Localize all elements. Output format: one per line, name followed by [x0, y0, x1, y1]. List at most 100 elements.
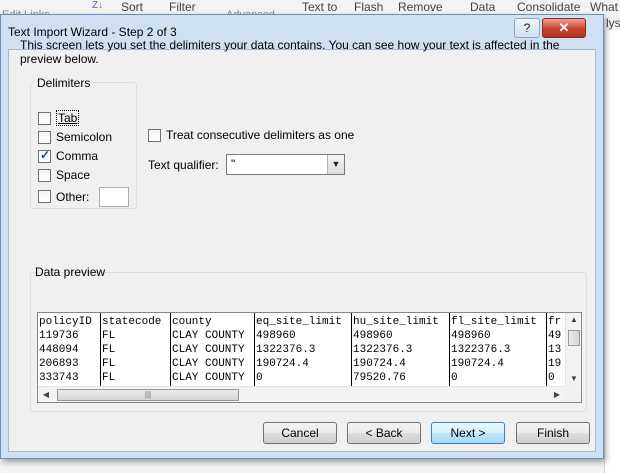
preview-cell: 190724.4: [353, 358, 406, 370]
preview-cell: 1322376.3: [353, 344, 413, 356]
scroll-right-icon[interactable]: ▶: [549, 387, 565, 402]
preview-cell: 448094: [39, 344, 79, 356]
preview-cell: 0: [451, 372, 458, 384]
chevron-down-icon[interactable]: ▼: [327, 155, 344, 174]
ribbon-what[interactable]: What: [590, 0, 618, 14]
consecutive-checkbox-row[interactable]: Treat consecutive delimiters as one: [148, 126, 354, 144]
data-preview-label: Data preview: [35, 265, 106, 279]
sort-az-icon: Z↓: [92, 0, 104, 11]
scroll-up-icon[interactable]: ▲: [566, 313, 581, 327]
ribbon-flash[interactable]: Flash: [354, 0, 383, 14]
preview-data-row: 448094 FL CLAY COUNTY 1322376.3 1322376.3 132…: [38, 343, 565, 357]
tab-checkbox[interactable]: [38, 111, 51, 125]
text-qualifier-label: Text qualifier:: [148, 158, 219, 172]
preview-cell: 1322376.3: [451, 344, 511, 356]
preview-data-row: 206893 FL CLAY COUNTY 190724.4 190724.4 19072…: [38, 357, 565, 371]
preview-header-cell: statecode: [102, 316, 162, 328]
preview-header-cell: fl_site_limit: [451, 316, 537, 328]
data-preview-box[interactable]: policyID statecode county eq_site_limit hu_s…: [37, 312, 582, 403]
finish-button[interactable]: Finish: [516, 422, 590, 444]
scrollbar-corner: [565, 386, 581, 402]
dialog-title: Text Import Wizard - Step 2 of 3: [8, 25, 177, 39]
preview-cell: CLAY COUNTY: [172, 358, 245, 370]
column-break-line[interactable]: [351, 313, 352, 386]
other-label: Other:: [56, 189, 90, 204]
column-break-line[interactable]: [100, 313, 101, 386]
scroll-left-icon[interactable]: ◀: [38, 387, 54, 402]
ribbon-data[interactable]: Data: [470, 0, 495, 14]
preview-cell: FL: [102, 344, 116, 356]
preview-cell: 190724.4: [256, 358, 309, 370]
preview-cell: 119736: [39, 330, 79, 342]
preview-cell: 1322376.3: [256, 344, 316, 356]
preview-cell: 0: [256, 372, 263, 384]
comma-checkbox-row[interactable]: ✓ Comma: [38, 147, 98, 165]
preview-header-cell: fr: [548, 316, 562, 328]
preview-cell: 79520.76: [353, 372, 406, 384]
ribbon-lys: lys: [606, 16, 620, 30]
preview-data-row: 333743 FL CLAY COUNTY 0 79520.76 0 0: [38, 371, 565, 385]
help-button[interactable]: ?: [514, 18, 540, 38]
vertical-scroll-thumb[interactable]: [568, 330, 580, 346]
preview-cell: CLAY COUNTY: [172, 372, 245, 384]
preview-cell: 498960: [353, 330, 393, 342]
column-break-line[interactable]: [170, 313, 171, 386]
preview-cell: FL: [102, 330, 116, 342]
cancel-button[interactable]: Cancel: [263, 422, 337, 444]
horizontal-scrollbar[interactable]: ◀ ||| ▶: [38, 386, 565, 402]
scroll-down-icon[interactable]: ▼: [566, 372, 581, 386]
preview-cell: CLAY COUNTY: [172, 330, 245, 342]
semicolon-checkbox-row[interactable]: Semicolon: [38, 128, 112, 146]
space-checkbox-row[interactable]: Space: [38, 166, 90, 184]
ribbon-remove[interactable]: Remove: [398, 0, 443, 14]
preview-header-cell: county: [172, 316, 212, 328]
horizontal-scroll-thumb[interactable]: |||: [57, 389, 239, 401]
preview-data-row: 119736 FL CLAY COUNTY 498960 498960 498960 49: [38, 329, 565, 343]
preview-cell: 0: [548, 372, 555, 384]
preview-header-cell: eq_site_limit: [256, 316, 342, 328]
column-break-line[interactable]: [546, 313, 547, 386]
other-delimiter-input[interactable]: [99, 186, 130, 207]
intro-text: This screen lets you set the delimiters …: [20, 38, 560, 66]
preview-header-cell: hu_site_limit: [353, 316, 439, 328]
ribbon-text-to[interactable]: Text to: [302, 0, 337, 14]
close-button[interactable]: ✕: [542, 18, 586, 38]
checkmark-icon: ✓: [40, 147, 51, 162]
preview-cell: 19: [548, 358, 562, 370]
preview-cell: FL: [102, 358, 116, 370]
comma-checkbox[interactable]: ✓: [38, 147, 51, 163]
ribbon-consolidate[interactable]: Consolidate: [517, 0, 580, 14]
preview-cell: 498960: [451, 330, 491, 342]
ribbon-sort[interactable]: Sort: [121, 0, 143, 14]
preview-header-cell: policyID: [39, 316, 92, 328]
preview-cell: 13: [548, 344, 562, 356]
next-button[interactable]: Next >: [431, 422, 505, 444]
other-checkbox[interactable]: [38, 190, 51, 203]
column-break-line[interactable]: [449, 313, 450, 386]
preview-header-row: policyID statecode county eq_site_limit hu_s…: [38, 315, 565, 329]
ribbon-filter[interactable]: Filter: [169, 0, 196, 14]
text-qualifier-value: ": [231, 157, 236, 171]
preview-cell: 498960: [256, 330, 296, 342]
preview-cell: FL: [102, 372, 116, 384]
comma-label: Comma: [56, 149, 99, 163]
preview-cell: 49: [548, 330, 562, 342]
consecutive-label: Treat consecutive delimiters as one: [166, 128, 355, 142]
preview-cell: CLAY COUNTY: [172, 344, 245, 356]
preview-cell: 206893: [39, 358, 79, 370]
back-button[interactable]: < Back: [347, 422, 421, 444]
text-qualifier-select[interactable]: " ▼: [226, 154, 345, 175]
space-checkbox[interactable]: [38, 168, 51, 182]
space-label: Space: [56, 168, 91, 182]
vertical-scrollbar[interactable]: ▲ ▼: [565, 313, 581, 386]
tab-label: Tab: [56, 110, 80, 126]
column-break-line[interactable]: [254, 313, 255, 386]
semicolon-checkbox[interactable]: [38, 130, 51, 144]
other-checkbox-row[interactable]: Other:: [38, 186, 130, 207]
tab-checkbox-row[interactable]: Tab: [38, 109, 80, 127]
worksheet-edge: [604, 30, 620, 473]
consecutive-checkbox[interactable]: [148, 128, 161, 142]
delimiters-group-title: Delimiters: [34, 76, 94, 90]
preview-grid: policyID statecode county eq_site_limit hu_s…: [38, 313, 565, 386]
preview-cell: 333743: [39, 372, 79, 384]
